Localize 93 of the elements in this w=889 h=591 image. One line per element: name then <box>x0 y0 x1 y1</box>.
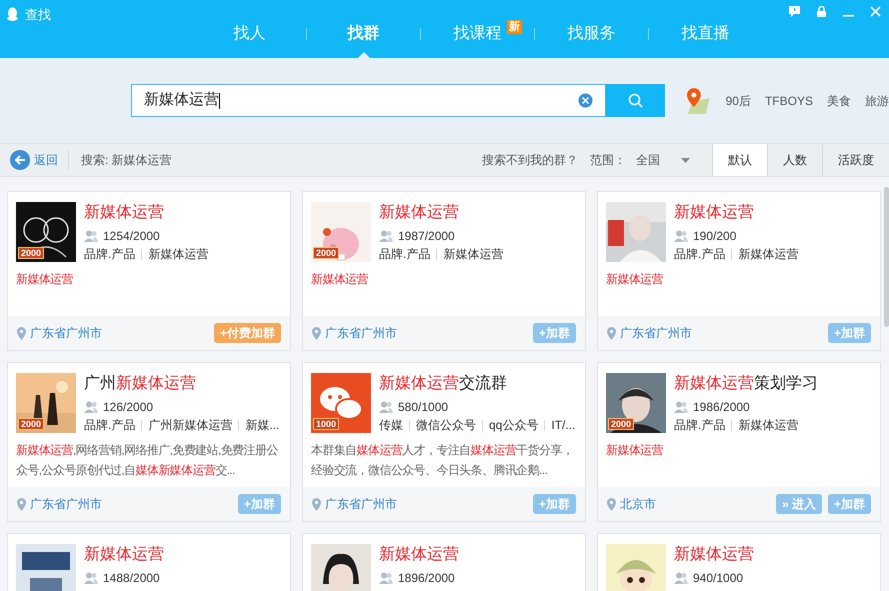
group-tag: 品牌.产品 <box>379 245 430 263</box>
location-text[interactable]: 广东省广州市 <box>30 495 102 513</box>
group-description: 新媒体运营 <box>606 442 664 459</box>
member-count: 580/1000 <box>398 399 448 416</box>
group-description: 新媒体运营 <box>16 271 74 288</box>
group-tag: 新媒... <box>245 416 280 434</box>
member-count: 1986/2000 <box>693 399 750 416</box>
group-name[interactable]: 新媒体运营 <box>84 202 282 224</box>
new-badge: 新 <box>507 20 522 34</box>
location-text[interactable]: 广东省广州市 <box>30 324 102 342</box>
group-tag: 品牌.产品 <box>674 245 726 263</box>
search-query-label: 搜索: 新媒体运营 <box>81 152 172 169</box>
member-count: 1488/2000 <box>103 570 160 587</box>
location-pin-icon <box>607 498 616 510</box>
nav-tab[interactable]: 找服务 <box>568 22 616 46</box>
group-description: 新媒体运营,网络营销,网络推广,免费建站,免费注册公众号,公众号原创代过,自媒体新媒体运营交... <box>16 442 279 479</box>
caret-icon <box>681 158 690 162</box>
hot-search-link[interactable]: 美食 <box>826 92 851 110</box>
level-badge: 2000 <box>18 247 44 259</box>
lock-icon[interactable] <box>816 6 827 17</box>
level-badge: 2000 <box>608 418 634 430</box>
group-tag: 新媒体运营 <box>443 245 504 263</box>
back-button[interactable]: 返回 <box>0 150 69 170</box>
group-name[interactable]: 新媒体运营策划学习 <box>674 373 872 395</box>
group-description: 新媒体运营 <box>606 271 664 288</box>
member-count: 126/2000 <box>103 399 154 416</box>
location-pin-icon <box>312 326 321 340</box>
sort-tab[interactable]: 默认 <box>712 144 767 176</box>
location-pin-icon <box>607 326 616 340</box>
location-pin-icon <box>312 498 321 510</box>
group-tag: 品牌.产品 <box>84 245 136 263</box>
group-name[interactable]: 新媒体运营 <box>674 544 872 566</box>
nav-tab[interactable]: 找人 <box>234 22 266 46</box>
hot-search-link[interactable]: 90后 <box>726 92 751 110</box>
sort-tab[interactable]: 活跃度 <box>822 144 889 176</box>
level-badge: 2000 <box>18 418 44 430</box>
scrollbar-thumb[interactable] <box>884 187 889 327</box>
range-label: 范围： <box>590 152 626 169</box>
people-icon <box>674 230 688 242</box>
group-name[interactable]: 新媒体运营 <box>84 544 282 566</box>
group-tag: 品牌.产品 <box>84 416 136 434</box>
people-icon <box>379 230 393 242</box>
member-count: 190/200 <box>693 228 736 245</box>
member-count: 940/1000 <box>693 570 744 587</box>
people-icon <box>379 401 393 413</box>
level-badge: 2000 <box>313 247 340 259</box>
hot-search-link[interactable]: TFBOYS <box>764 92 813 110</box>
people-icon <box>84 572 98 584</box>
group-name[interactable]: 新媒体运营 <box>674 202 872 224</box>
location-text[interactable]: 广东省广州市 <box>325 495 397 513</box>
nav-tab[interactable]: 找群 <box>348 22 380 46</box>
group-tag: 新媒体运营 <box>738 416 798 434</box>
close-icon[interactable] <box>870 6 881 17</box>
people-icon <box>84 401 98 413</box>
search-field[interactable]: 新媒体运营 <box>131 84 606 117</box>
member-count: 1987/2000 <box>398 228 455 245</box>
group-name[interactable]: 新媒体运营 <box>379 544 577 566</box>
group-description: 新媒体运营 <box>311 271 370 288</box>
group-tag: 广州新媒体运营 <box>148 416 232 434</box>
nav-tab[interactable]: 找直播 <box>682 22 730 46</box>
not-found-link[interactable]: 搜索不到我的群？ <box>482 151 578 169</box>
location-text[interactable]: 广东省广州市 <box>620 324 692 342</box>
group-tag: 品牌.产品 <box>674 416 726 434</box>
nav-tab[interactable]: 找课程 <box>454 22 502 46</box>
clear-icon[interactable] <box>578 93 593 108</box>
search-icon <box>628 93 643 108</box>
people-icon <box>84 230 98 242</box>
location-text[interactable]: 北京市 <box>620 495 656 513</box>
location-text[interactable]: 广东省广州市 <box>325 324 397 342</box>
sort-tab[interactable]: 人数 <box>767 144 822 176</box>
feedback-icon[interactable] <box>789 6 800 17</box>
people-icon <box>379 572 393 584</box>
people-icon <box>674 572 688 584</box>
group-name[interactable]: 新媒体运营 <box>379 202 577 224</box>
group-tag: 新媒体运营 <box>148 245 208 263</box>
level-badge: 1000 <box>313 418 340 430</box>
group-tag: IT/... <box>551 416 576 434</box>
member-count: 1896/2000 <box>398 570 455 587</box>
group-tag: 传媒 <box>379 416 403 434</box>
group-tag: 新媒体运营 <box>738 245 798 263</box>
range-dropdown[interactable]: 全国 <box>636 151 712 169</box>
group-name[interactable]: 新媒体运营交流群 <box>379 373 577 395</box>
member-count: 1254/2000 <box>103 228 160 245</box>
location-pin-icon <box>17 326 26 340</box>
location-pin-icon <box>17 498 26 510</box>
people-icon <box>674 401 688 413</box>
hot-search-link[interactable]: 旅游 <box>864 92 889 110</box>
group-name[interactable]: 广州新媒体运营 <box>84 373 282 395</box>
group-tag: 微信公众号 <box>416 416 476 434</box>
window-title: 查找 <box>25 6 51 24</box>
group-tag: qq公众号 <box>489 416 538 434</box>
group-description: 本群集自媒体运营人才，专注自媒体运营干货分享，经验交流，微信公众号、今日头条、腾讯企鹅... <box>311 442 574 479</box>
search-button[interactable] <box>606 84 665 117</box>
